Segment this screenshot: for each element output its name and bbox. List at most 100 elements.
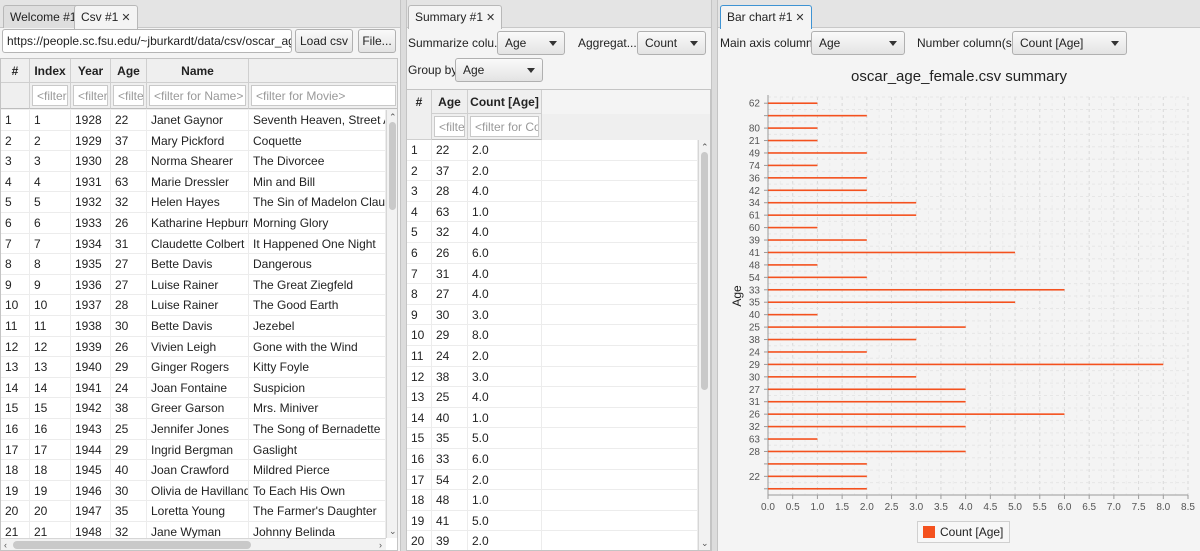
table-cell[interactable]: 7 xyxy=(30,233,71,254)
table-cell[interactable]: 8 xyxy=(1,254,30,275)
table-cell[interactable]: 10 xyxy=(1,295,30,316)
table-row[interactable]: 1 22 2.0 xyxy=(407,140,698,161)
scroll-up-icon[interactable]: ⌃ xyxy=(701,142,709,152)
table-row[interactable]: 7 7 1934 31 Claudette Colbert It Happened One… xyxy=(1,233,386,255)
column-header-row-number[interactable]: # xyxy=(407,90,432,140)
table-row[interactable]: 12 12 1939 26 Vivien Leigh Gone with the Wind xyxy=(1,336,386,358)
table-cell[interactable]: Mary Pickford xyxy=(147,130,249,151)
close-icon[interactable]: ✕ xyxy=(486,12,495,24)
table-cell[interactable]: 28 xyxy=(432,181,468,202)
table-cell[interactable]: 1 xyxy=(407,140,432,160)
filter-index-input[interactable]: <filter xyxy=(32,85,68,106)
table-cell[interactable]: 1 xyxy=(1,110,30,130)
table-row[interactable]: 2 2 1929 37 Mary Pickford Coquette xyxy=(1,130,386,152)
table-cell[interactable]: The Song of Bernadette xyxy=(249,419,386,439)
table-cell[interactable]: 10 xyxy=(407,325,432,346)
table-cell[interactable]: 2 xyxy=(407,160,432,181)
table-row[interactable]: 14 14 1941 24 Joan Fontaine Suspicion xyxy=(1,377,386,399)
table-cell[interactable]: 28 xyxy=(111,151,147,172)
table-cell[interactable]: Helen Hayes xyxy=(147,192,249,213)
table-cell[interactable]: 15 xyxy=(1,398,30,419)
table-cell[interactable]: 32 xyxy=(432,222,468,243)
table-row[interactable]: 9 9 1936 27 Luise Rainer The Great Ziegfeld xyxy=(1,274,386,296)
table-cell[interactable]: Katharine Hepburn xyxy=(147,213,249,233)
aggregate-select[interactable]: Count xyxy=(637,31,706,55)
table-cell[interactable]: Morning Glory xyxy=(249,213,386,233)
table-cell[interactable] xyxy=(542,304,698,325)
table-cell[interactable] xyxy=(542,222,698,243)
scroll-thumb[interactable] xyxy=(701,152,708,390)
table-cell[interactable]: 2.0 xyxy=(468,531,542,550)
table-cell[interactable] xyxy=(542,181,698,202)
table-cell[interactable] xyxy=(542,449,698,469)
table-cell[interactable] xyxy=(542,243,698,263)
table-cell[interactable]: 11 xyxy=(1,316,30,336)
column-header-row-number[interactable]: # xyxy=(1,59,30,83)
table-cell[interactable]: The Farmer's Daughter xyxy=(249,501,386,522)
table-cell[interactable]: 22 xyxy=(111,110,147,130)
table-cell[interactable]: The Good Earth xyxy=(249,295,386,316)
table-cell[interactable]: Ginger Rogers xyxy=(147,357,249,378)
table-cell[interactable]: 37 xyxy=(432,160,468,181)
split-divider[interactable] xyxy=(400,0,407,551)
scroll-thumb[interactable] xyxy=(389,122,396,210)
table-cell[interactable]: 1939 xyxy=(71,336,111,357)
table-cell[interactable]: 38 xyxy=(432,366,468,387)
table-cell[interactable]: 10 xyxy=(30,295,71,316)
table-cell[interactable]: 31 xyxy=(432,263,468,284)
table-cell[interactable]: 1932 xyxy=(71,192,111,213)
table-cell[interactable]: 1935 xyxy=(71,254,111,275)
table-cell[interactable]: 6.0 xyxy=(468,449,542,469)
table-cell[interactable]: 8 xyxy=(407,284,432,305)
table-cell[interactable]: 3.0 xyxy=(468,304,542,325)
table-cell[interactable]: 9 xyxy=(1,274,30,295)
table-row[interactable]: 1 1 1928 22 Janet Gaynor Seventh Heaven, Stre… xyxy=(1,110,386,131)
table-row[interactable]: 17 17 1944 29 Ingrid Bergman Gaslight xyxy=(1,439,386,461)
table-cell[interactable]: 12 xyxy=(30,336,71,357)
table-cell[interactable]: 4 xyxy=(1,171,30,192)
table-row[interactable]: 18 18 1945 40 Joan Crawford Mildred Pierce xyxy=(1,460,386,481)
table-row[interactable]: 16 16 1943 25 Jennifer Jones The Song of Bern… xyxy=(1,419,386,440)
table-cell[interactable]: Mrs. Miniver xyxy=(249,398,386,419)
table-cell[interactable]: Luise Rainer xyxy=(147,274,249,295)
column-header-age[interactable]: Age xyxy=(111,59,147,83)
table-row[interactable]: 13 25 4.0 xyxy=(407,387,698,408)
table-row[interactable]: 11 24 2.0 xyxy=(407,346,698,367)
table-cell[interactable]: 5 xyxy=(1,192,30,213)
table-cell[interactable]: 4.0 xyxy=(468,387,542,408)
table-cell[interactable]: 30 xyxy=(111,480,147,501)
table-cell[interactable]: Olivia de Havilland xyxy=(147,480,249,501)
table-row[interactable]: 16 33 6.0 xyxy=(407,449,698,470)
table-cell[interactable]: 26 xyxy=(111,213,147,233)
table-cell[interactable]: Suspicion xyxy=(249,377,386,398)
table-cell[interactable]: To Each His Own xyxy=(249,480,386,501)
filter-count-input[interactable]: <filter for Cou xyxy=(470,116,539,137)
table-cell[interactable]: Coquette xyxy=(249,130,386,151)
table-cell[interactable]: 16 xyxy=(1,419,30,439)
load-csv-button[interactable]: Load csv xyxy=(295,29,353,53)
scroll-up-icon[interactable]: ⌃ xyxy=(389,112,397,122)
scroll-left-icon[interactable]: ‹ xyxy=(4,540,7,550)
table-cell[interactable]: 14 xyxy=(407,407,432,428)
table-cell[interactable]: 63 xyxy=(111,171,147,192)
table-cell[interactable]: 63 xyxy=(432,201,468,222)
table-cell[interactable]: 54 xyxy=(432,469,468,490)
table-row[interactable]: 10 29 8.0 xyxy=(407,325,698,346)
table-cell[interactable]: The Great Ziegfeld xyxy=(249,274,386,295)
table-cell[interactable]: Janet Gaynor xyxy=(147,110,249,130)
table-cell[interactable]: 3.0 xyxy=(468,366,542,387)
table-cell[interactable]: 17 xyxy=(407,469,432,490)
csv-horizontal-scrollbar[interactable]: ‹ › xyxy=(1,538,386,550)
table-cell[interactable] xyxy=(542,366,698,387)
table-cell[interactable]: 5 xyxy=(407,222,432,243)
table-cell[interactable]: Kitty Foyle xyxy=(249,357,386,378)
table-cell[interactable]: 8 xyxy=(30,254,71,275)
table-cell[interactable]: 48 xyxy=(432,490,468,511)
table-row[interactable]: 6 26 6.0 xyxy=(407,243,698,264)
tab-welcome[interactable]: Welcome #1 xyxy=(3,5,84,28)
table-cell[interactable]: 40 xyxy=(111,460,147,481)
table-row[interactable]: 12 38 3.0 xyxy=(407,366,698,388)
filter-movie-input[interactable]: <filter for Movie> xyxy=(251,85,396,106)
table-row[interactable]: 3 28 4.0 xyxy=(407,181,698,202)
table-row[interactable]: 3 3 1930 28 Norma Shearer The Divorcee xyxy=(1,151,386,172)
